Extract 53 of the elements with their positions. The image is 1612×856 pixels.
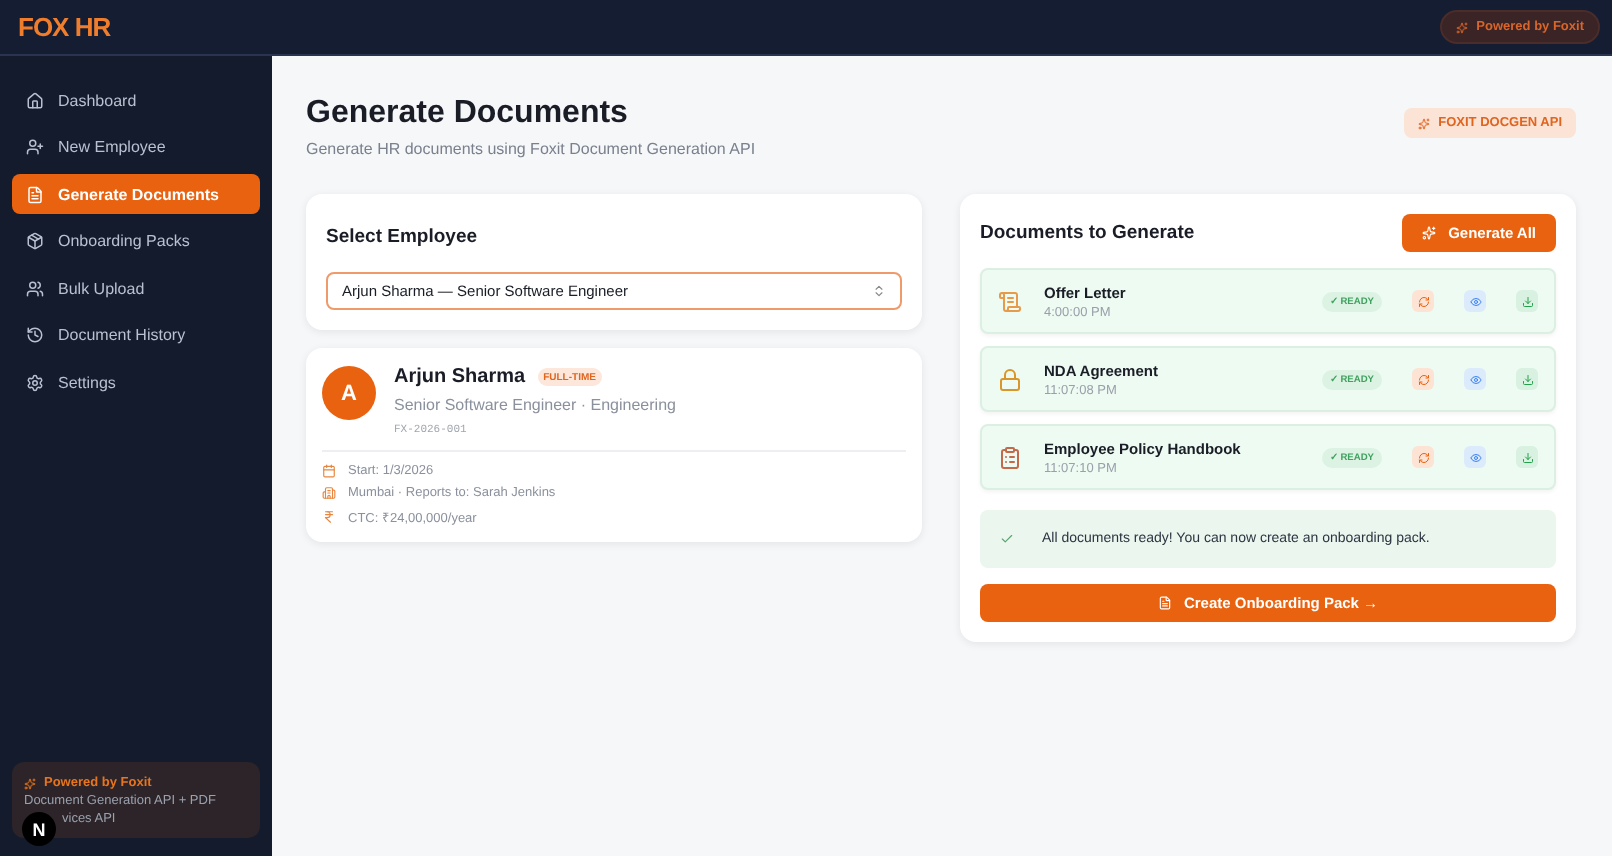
- user-plus-icon: [26, 138, 44, 156]
- preview-button[interactable]: [1464, 290, 1486, 312]
- sparkle-icon: [1418, 117, 1431, 129]
- eye-icon: [1469, 295, 1481, 307]
- sidebar-item[interactable]: Settings: [12, 362, 260, 402]
- sidebar-item[interactable]: Onboarding Packs: [12, 221, 260, 261]
- sparkle-icon: [24, 777, 36, 789]
- app-logo: FOX HR: [18, 12, 111, 42]
- sparkle-icon: [1422, 226, 1437, 240]
- file-icon: [26, 185, 44, 203]
- download-icon: [1521, 373, 1533, 385]
- employee-name: Arjun Sharma: [394, 366, 526, 388]
- page-subtitle: Generate HR documents using Foxit Document Generation API: [306, 140, 756, 158]
- chevron-icon: [872, 284, 886, 298]
- scroll-icon: [998, 289, 1022, 313]
- dev-tools-badge[interactable]: N: [22, 812, 56, 846]
- lock-icon: [998, 367, 1022, 391]
- check-icon: [1000, 532, 1014, 546]
- sparkle-icon: [1456, 21, 1469, 33]
- settings-icon: [26, 373, 44, 391]
- sidebar-item[interactable]: Bulk Upload: [12, 268, 260, 308]
- download-button[interactable]: [1516, 368, 1538, 390]
- sidebar-item[interactable]: Document History: [12, 315, 260, 355]
- eye-icon: [1469, 373, 1481, 385]
- avatar: A: [322, 366, 376, 420]
- sidebar-item[interactable]: New Employee: [12, 127, 260, 167]
- refresh-icon: [1417, 373, 1429, 385]
- card-title: Documents to Generate: [980, 222, 1195, 244]
- employee-role: Senior Software Engineer · Engineering: [394, 396, 676, 414]
- download-button[interactable]: [1516, 290, 1538, 312]
- preview-button[interactable]: [1464, 446, 1486, 468]
- sidebar-item[interactable]: Dashboard: [12, 80, 260, 120]
- eye-icon: [1469, 451, 1481, 463]
- card-title: Select Employee: [326, 226, 478, 248]
- building-icon: [322, 486, 336, 500]
- users-icon: [26, 279, 44, 297]
- refresh-button[interactable]: [1412, 368, 1434, 390]
- page-title: Generate Documents: [306, 96, 630, 132]
- document-icon: [1157, 596, 1172, 610]
- download-button[interactable]: [1516, 446, 1538, 468]
- home-icon: [26, 91, 44, 109]
- refresh-button[interactable]: [1412, 446, 1434, 468]
- refresh-icon: [1417, 295, 1429, 307]
- history-icon: [26, 326, 44, 344]
- calendar-icon: [322, 464, 336, 478]
- download-icon: [1521, 295, 1533, 307]
- refresh-icon: [1417, 451, 1429, 463]
- rupee-icon: [322, 510, 336, 524]
- download-icon: [1521, 451, 1533, 463]
- box-icon: [26, 232, 44, 250]
- preview-button[interactable]: [1464, 368, 1486, 390]
- refresh-button[interactable]: [1412, 290, 1434, 312]
- clipboard-icon: [998, 445, 1022, 469]
